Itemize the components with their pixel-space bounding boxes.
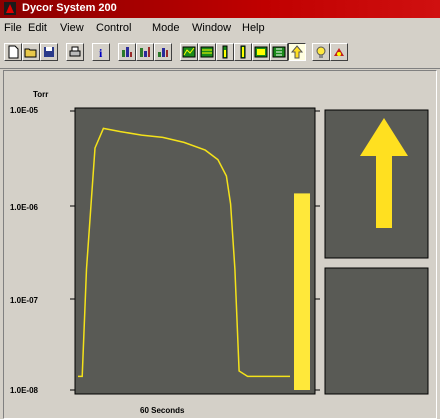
pressure-level-bar xyxy=(294,193,310,390)
plot-area xyxy=(74,107,316,395)
right-axis-ticks xyxy=(315,110,320,391)
pressure-chart xyxy=(70,107,429,395)
y-axis-ticks xyxy=(70,110,75,391)
secondary-display-box xyxy=(324,267,429,395)
